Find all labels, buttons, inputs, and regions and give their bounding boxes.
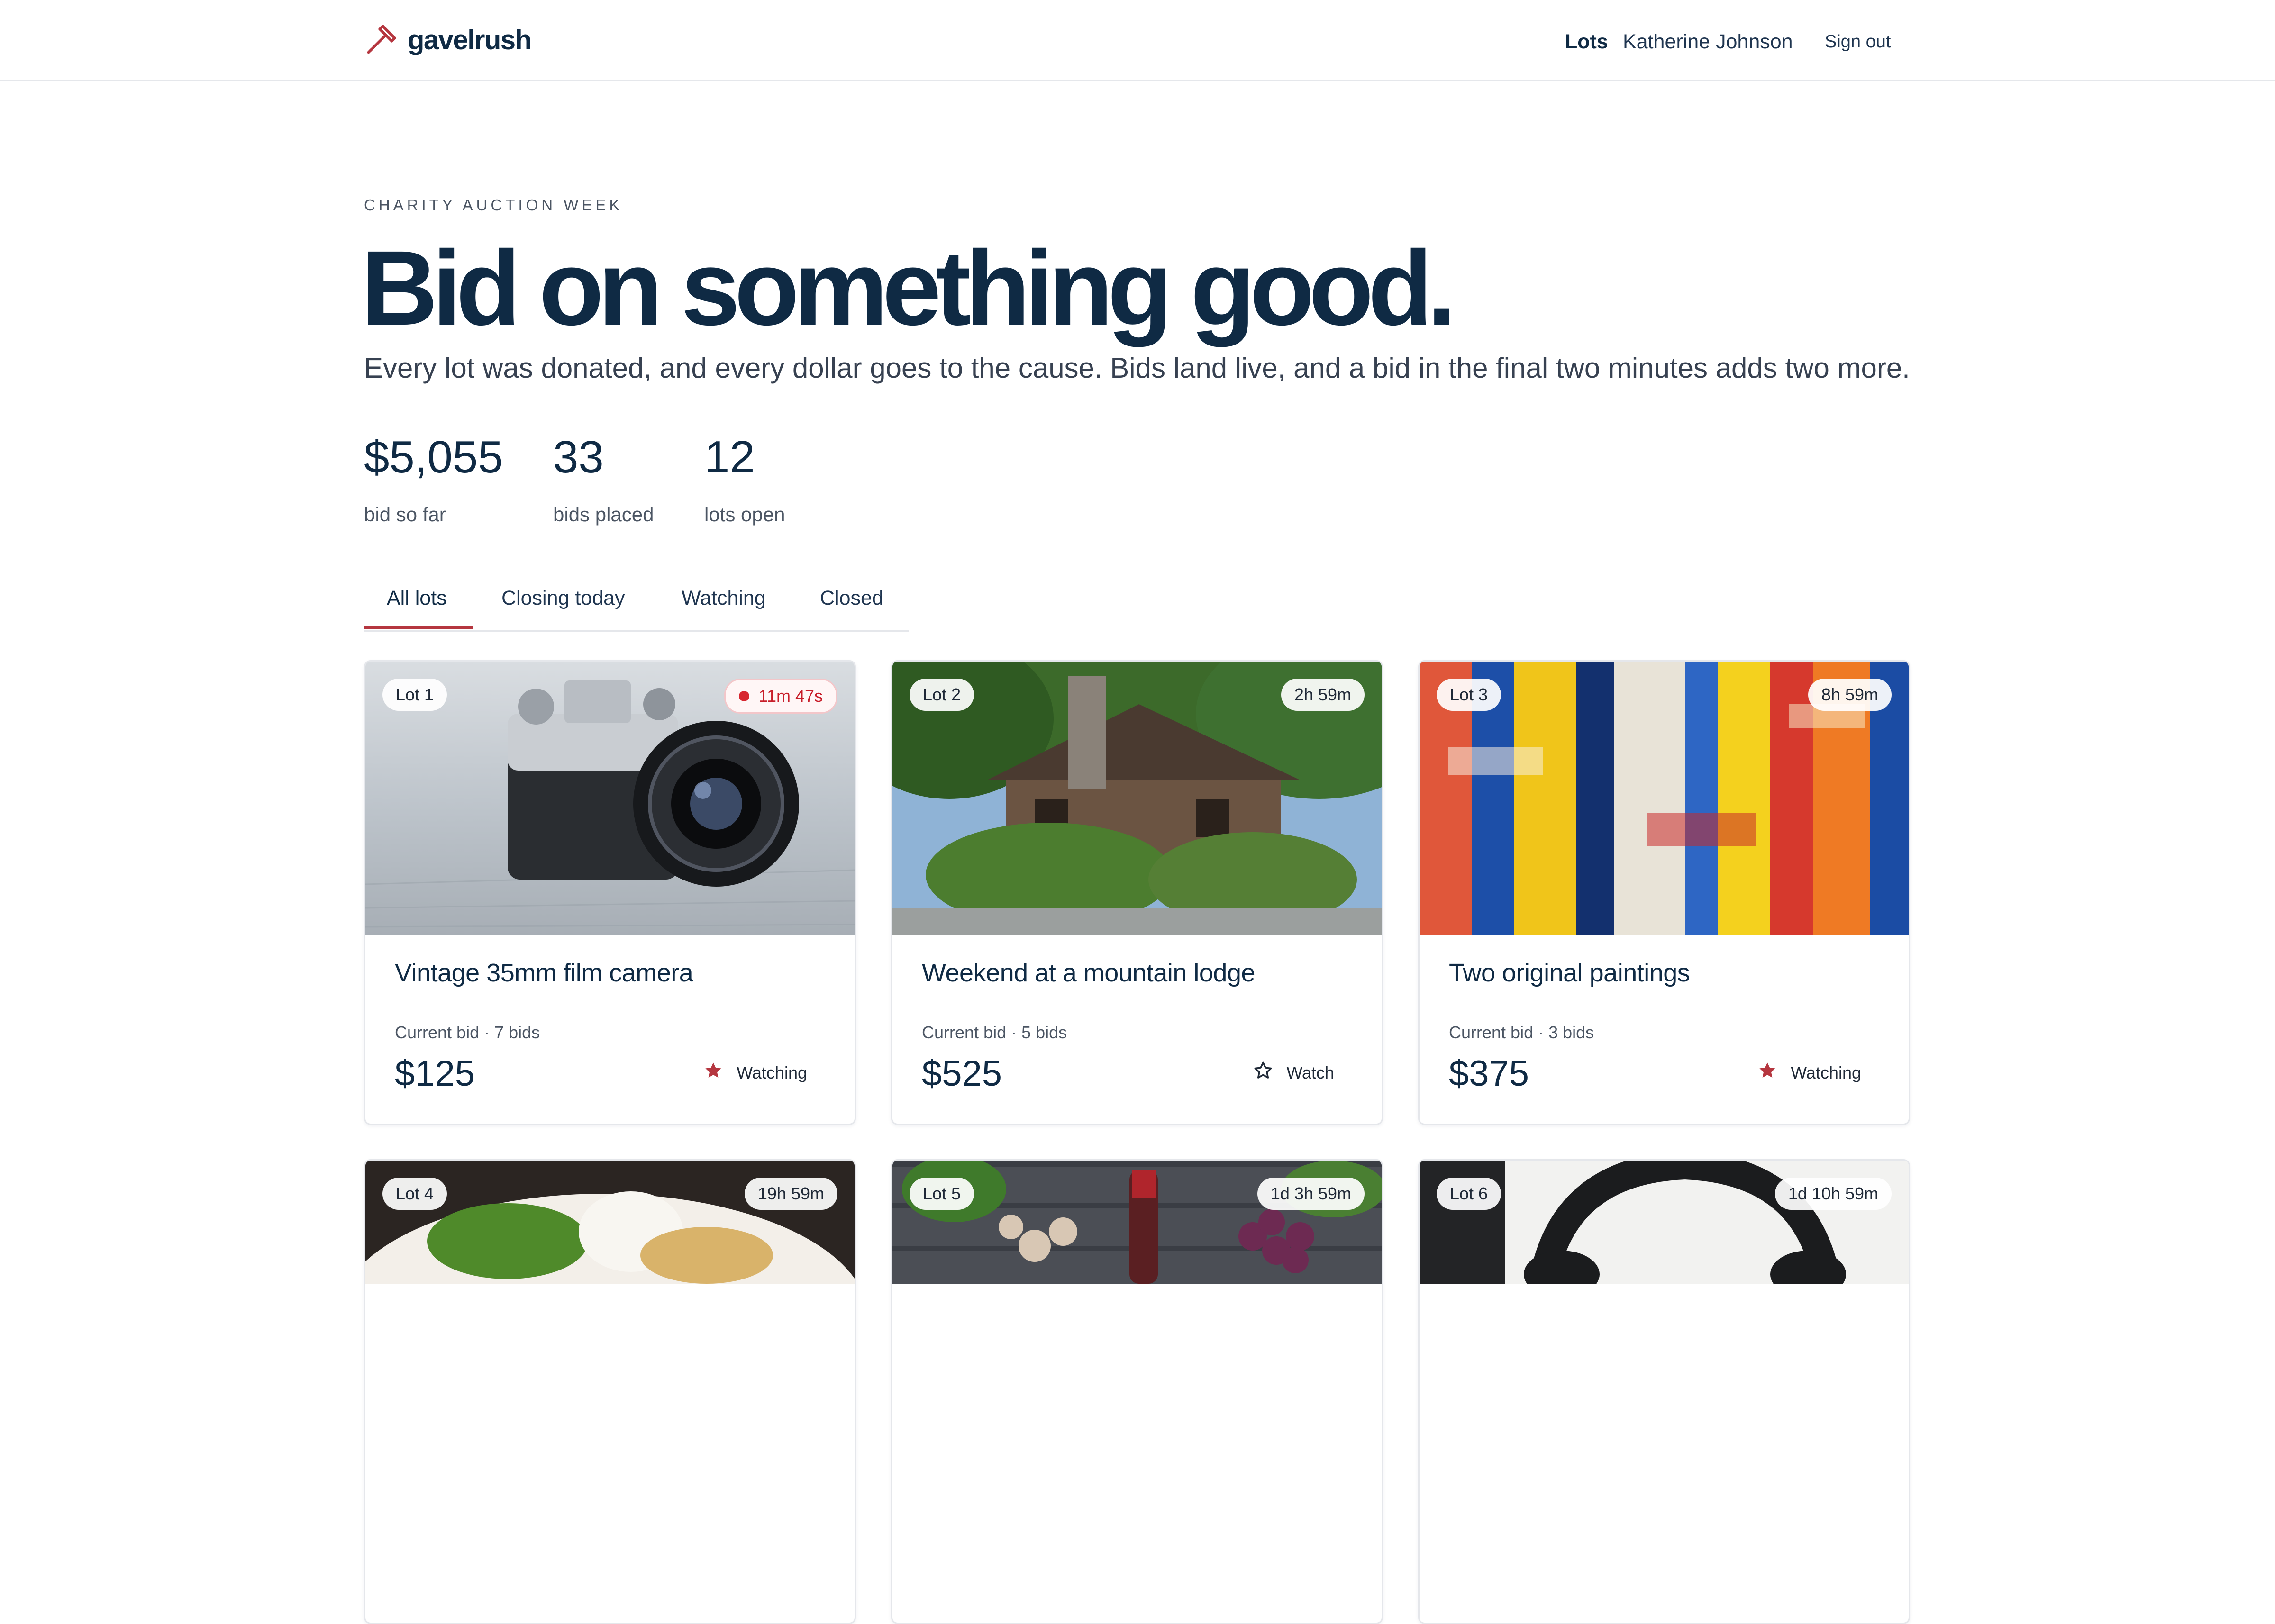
lot-number-badge: Lot 3: [1437, 679, 1502, 711]
countdown-badge: 1d 10h 59m: [1774, 1178, 1892, 1210]
nav-lots-link[interactable]: Lots: [1565, 27, 1608, 56]
watch-toggle[interactable]: Watching: [1757, 1061, 1861, 1085]
lot-title[interactable]: Two original paintings: [1449, 958, 1690, 988]
stat-bid-total: $5,055 bid so far: [364, 431, 503, 526]
live-dot-icon: [738, 691, 749, 701]
stat-value: 12: [704, 432, 755, 482]
lot-card[interactable]: Lot 6 1d 10h 59m: [1418, 1159, 1910, 1624]
lot-current-bid: $125: [395, 1053, 475, 1094]
watch-label: Watch: [1286, 1062, 1334, 1082]
lot-number-badge: Lot 5: [910, 1178, 974, 1210]
lot-current-bid: $525: [922, 1053, 1002, 1094]
stat-label: lots open: [704, 503, 785, 526]
stat-lots-open: 12 lots open: [704, 431, 785, 526]
stat-value: 33: [553, 432, 604, 482]
tab-closing-today[interactable]: Closing today: [501, 587, 625, 610]
lot-bid-meta: Current bid · 3 bids: [1449, 1023, 1594, 1042]
star-filled-icon: [703, 1061, 737, 1085]
lot-number-badge: Lot 6: [1437, 1178, 1502, 1210]
watch-toggle[interactable]: Watch: [1253, 1061, 1334, 1085]
watch-label: Watching: [737, 1062, 807, 1082]
countdown-badge: 11m 47s: [724, 679, 837, 714]
active-tab-indicator: [364, 626, 473, 629]
stat-value: $5,055: [364, 432, 503, 482]
brand-logo[interactable]: gavelrush: [364, 21, 532, 59]
countdown-badge: 1d 3h 59m: [1257, 1178, 1365, 1210]
tab-all-lots[interactable]: All lots: [387, 587, 447, 610]
lot-number-badge: Lot 2: [910, 679, 974, 711]
lot-filter-tabs: All lots Closing today Watching Closed: [364, 568, 909, 632]
gavel-icon: [364, 21, 400, 59]
countdown-badge: 8h 59m: [1808, 679, 1892, 711]
hero-subtitle: Every lot was donated, and every dollar …: [364, 352, 1910, 384]
tab-closed[interactable]: Closed: [820, 587, 883, 610]
watch-label: Watching: [1791, 1062, 1861, 1082]
countdown-text: 11m 47s: [758, 686, 823, 706]
lot-card[interactable]: Lot 4 19h 59m: [364, 1159, 856, 1624]
lot-bid-meta: Current bid · 7 bids: [395, 1023, 540, 1042]
lot-card[interactable]: Lot 2 2h 59m Weekend at a mountain lodge…: [891, 660, 1383, 1125]
star-filled-icon: [1757, 1061, 1791, 1085]
top-bar: gavelrush Lots Katherine Johnson Sign ou…: [0, 0, 2275, 81]
stat-label: bids placed: [553, 503, 654, 526]
lot-card[interactable]: Lot 3 8h 59m Two original paintings Curr…: [1418, 660, 1910, 1125]
lot-card[interactable]: Lot 5 1d 3h 59m: [891, 1159, 1383, 1624]
lot-bid-meta: Current bid · 5 bids: [922, 1023, 1067, 1042]
watch-toggle[interactable]: Watching: [703, 1061, 807, 1085]
lot-number-badge: Lot 1: [382, 679, 447, 711]
lot-number-badge: Lot 4: [382, 1178, 447, 1210]
stat-bids-placed: 33 bids placed: [553, 431, 654, 526]
hero-eyebrow: CHARITY AUCTION WEEK: [364, 196, 623, 214]
stat-label: bid so far: [364, 503, 446, 526]
sign-out-button[interactable]: Sign out: [1825, 27, 1891, 56]
lot-current-bid: $375: [1449, 1053, 1529, 1094]
countdown-badge: 19h 59m: [744, 1178, 837, 1210]
brand-name: gavelrush: [408, 24, 532, 55]
star-outline-icon: [1253, 1061, 1286, 1085]
user-name[interactable]: Katherine Johnson: [1623, 27, 1793, 56]
tab-watching[interactable]: Watching: [682, 587, 766, 610]
lot-card[interactable]: Lot 1 11m 47s Vintage 35mm film camera C…: [364, 660, 856, 1125]
lot-title[interactable]: Weekend at a mountain lodge: [922, 958, 1256, 988]
lot-title[interactable]: Vintage 35mm film camera: [395, 958, 693, 988]
countdown-badge: 2h 59m: [1281, 679, 1365, 711]
hero-title: Bid on something good.: [361, 229, 1456, 347]
